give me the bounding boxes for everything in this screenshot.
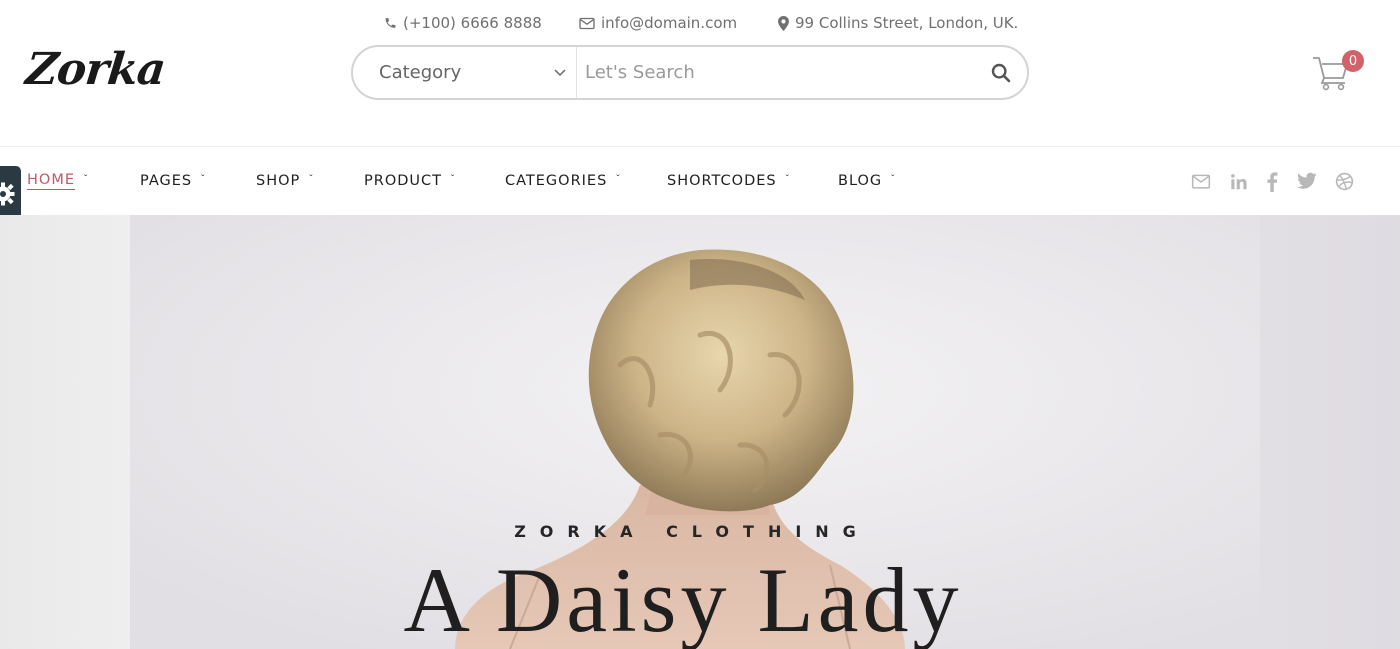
contact-email[interactable]: info@domain.com <box>579 14 737 32</box>
nav-label: BLOG <box>838 173 883 189</box>
caret-down-icon: ˇ <box>84 173 88 185</box>
gear-icon <box>0 182 14 206</box>
street-address: 99 Collins Street, London, UK. <box>795 14 1019 32</box>
map-marker-icon <box>778 15 789 31</box>
search-bar: Category <box>351 45 1029 100</box>
facebook-icon[interactable] <box>1266 172 1278 192</box>
search-button[interactable] <box>975 47 1027 98</box>
caret-down-icon: ˇ <box>451 173 455 185</box>
contact-bar: (+100) 6666 8888 info@domain.com 99 Coll… <box>0 14 1400 38</box>
nav-label: PRODUCT <box>364 173 442 189</box>
nav-item-blog[interactable]: BLOG ˇ <box>838 147 895 215</box>
chevron-down-icon <box>554 68 566 76</box>
cart-button[interactable]: 0 <box>1311 50 1367 92</box>
dribbble-icon[interactable] <box>1335 172 1354 191</box>
nav-label: SHOP <box>256 173 301 189</box>
nav-label: HOME <box>27 172 75 190</box>
hero-eyebrow: ZORKA CLOTHING <box>514 522 870 541</box>
contact-phone[interactable]: (+100) 6666 8888 <box>384 14 542 32</box>
nav-label: SHORTCODES <box>667 173 777 189</box>
caret-down-icon: ˇ <box>309 173 313 185</box>
contact-address: 99 Collins Street, London, UK. <box>778 14 1018 32</box>
nav-item-pages[interactable]: PAGES ˇ <box>140 147 204 215</box>
nav-item-shortcodes[interactable]: SHORTCODES ˇ <box>667 147 789 215</box>
category-select[interactable]: Category <box>353 47 577 98</box>
nav-item-shop[interactable]: SHOP ˇ <box>256 147 313 215</box>
email-address: info@domain.com <box>601 14 738 32</box>
linkedin-icon[interactable] <box>1230 172 1248 192</box>
caret-down-icon: ˇ <box>891 173 895 185</box>
nav-label: PAGES <box>140 173 193 189</box>
hero-banner: ZORKA CLOTHING A Daisy Lady <box>0 215 1400 649</box>
caret-down-icon: ˇ <box>785 173 789 185</box>
nav-item-categories[interactable]: CATEGORIES ˇ <box>505 147 620 215</box>
twitter-icon[interactable] <box>1297 172 1317 190</box>
caret-down-icon: ˇ <box>201 173 205 185</box>
envelope-icon[interactable] <box>1191 172 1211 192</box>
search-input[interactable] <box>577 47 975 98</box>
site-logo[interactable]: Zorka <box>23 40 168 100</box>
phone-number: (+100) 6666 8888 <box>403 14 542 32</box>
nav-item-home[interactable]: HOME ˇ <box>27 147 87 215</box>
settings-side-tab[interactable] <box>0 166 21 222</box>
cart-count-badge: 0 <box>1342 50 1364 72</box>
nav-label: CATEGORIES <box>505 173 608 189</box>
main-nav: HOME ˇ PAGES ˇ SHOP ˇ PRODUCT ˇ CATEGORI… <box>0 147 1400 215</box>
category-select-label: Category <box>379 62 462 83</box>
search-icon <box>991 63 1011 82</box>
envelope-icon <box>579 17 595 29</box>
caret-down-icon: ˇ <box>616 173 620 185</box>
hero-title: A Daisy Lady <box>403 549 963 649</box>
nav-item-product[interactable]: PRODUCT ˇ <box>364 147 454 215</box>
phone-icon <box>385 18 396 28</box>
